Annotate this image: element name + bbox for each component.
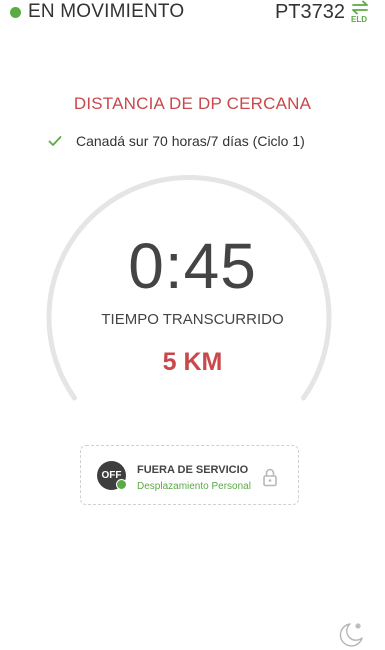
- driving-status: EN MOVIMIENTO: [28, 1, 185, 22]
- vehicle-id[interactable]: PT3732: [275, 1, 345, 24]
- personal-conveyance-icon: [116, 479, 127, 490]
- cycle-label: Canadá sur 70 horas/7 días (Ciclo 1): [76, 133, 305, 149]
- section-title: DISTANCIA DE DP CERCANA: [73, 94, 312, 113]
- duty-status-card[interactable]: OFF FUERA DE SERVICIO Desplazamiento Per…: [80, 445, 299, 505]
- eld-button[interactable]: ELD: [350, 0, 372, 26]
- eld-label: ELD: [351, 15, 367, 24]
- lock-icon: [263, 468, 277, 487]
- cycle-rule: Canadá sur 70 horas/7 días (Ciclo 1): [48, 132, 305, 150]
- swap-arrows-icon: [352, 0, 368, 15]
- duty-status-subtitle: Desplazamiento Personal: [137, 481, 251, 492]
- moon-icon: [339, 623, 363, 647]
- elapsed-time: 0:45: [128, 230, 257, 302]
- checkmark-icon: [48, 136, 62, 146]
- night-mode-button[interactable]: [336, 620, 364, 648]
- elapsed-label: TIEMPO TRANSCURRIDO: [101, 311, 284, 328]
- duty-status-title: FUERA DE SERVICIO: [137, 464, 249, 476]
- status-bar: EN MOVIMIENTO PT3732 ELD: [0, 0, 385, 26]
- green-dot-icon: [10, 7, 21, 18]
- distance-value: 5 KM: [162, 348, 223, 376]
